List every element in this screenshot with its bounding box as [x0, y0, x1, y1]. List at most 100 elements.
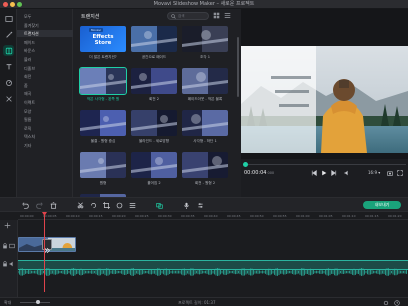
redo-icon[interactable] — [35, 201, 43, 209]
ruler-tick-label: 00:00:40 — [204, 214, 218, 218]
category-item[interactable]: 이펙트 — [17, 99, 73, 106]
title-bar: Movavi Slideshow Maker – 새로운 프로젝트 — [0, 0, 408, 9]
crop-icon[interactable] — [102, 201, 110, 209]
speaker-icon[interactable] — [9, 261, 15, 267]
more-tools-icon[interactable] — [3, 93, 14, 104]
status-bar: 확대 프로젝트 길이: 01:37 — [0, 297, 408, 306]
ruler-tick-label: 00:00:15 — [89, 214, 103, 218]
transition-thumbnail[interactable] — [182, 152, 228, 178]
category-item[interactable]: 블러 — [17, 56, 73, 63]
zoom-slider-handle[interactable] — [36, 300, 40, 304]
ruler-tick-label: 00:00:20 — [112, 214, 126, 218]
ruler-tick-label: 00:00:45 — [227, 214, 241, 218]
category-item[interactable]: 회전 — [17, 73, 73, 80]
playhead[interactable] — [44, 212, 45, 292]
ruler-tick-label: 00:01:00 — [296, 214, 310, 218]
category-item[interactable]: 줌 — [17, 82, 73, 89]
audio-settings-icon[interactable] — [196, 201, 204, 209]
transition-label: 원형 — [99, 181, 107, 185]
category-item[interactable]: 왜곡 — [17, 90, 73, 97]
ruler-tick-label: 00:00:50 — [250, 214, 264, 218]
lock-icon[interactable] — [2, 243, 8, 249]
transition-preview-image — [131, 152, 177, 178]
category-item[interactable]: 모양 — [17, 108, 73, 115]
transition-wizard-icon[interactable] — [155, 201, 163, 209]
fullscreen-icon[interactable] — [397, 170, 403, 176]
transition-preview-image — [182, 26, 228, 52]
transition-thumbnail[interactable] — [80, 110, 126, 136]
aspect-ratio-select[interactable]: 16:9 ▾ — [368, 170, 380, 175]
category-item[interactable]: 즐겨찾기 — [17, 22, 73, 29]
zoom-slider[interactable] — [20, 302, 50, 303]
transition-thumbnail[interactable]: Movavi Effects Store — [80, 26, 126, 52]
category-item[interactable]: 로직 — [17, 125, 73, 132]
transition-thumbnail[interactable] — [182, 68, 228, 94]
preview-time-ms: 000 — [267, 171, 275, 175]
export-button[interactable]: 내보내기 — [363, 201, 401, 209]
audio-clip[interactable] — [17, 260, 408, 276]
ruler-tick-label: 00:01:20 — [388, 214, 402, 218]
help-icon[interactable] — [394, 300, 400, 306]
transition-preview-image — [131, 26, 177, 52]
transition-label: 조각 1 — [199, 55, 211, 59]
grid-view-icon[interactable] — [213, 12, 220, 19]
transition-label: 회전 2 — [148, 97, 160, 101]
transition-label: 작은 사각형 - 왼쪽 원 — [86, 97, 120, 101]
transition-thumbnail[interactable] — [79, 67, 127, 95]
transition-label: 공간으로 페이드 — [141, 55, 167, 59]
category-item[interactable]: 텍스처 — [17, 133, 73, 140]
play-icon[interactable] — [321, 170, 327, 176]
transitions-icon[interactable] — [3, 45, 14, 56]
ruler-tick-label: 00:00:00 — [20, 214, 34, 218]
transition-thumbnail[interactable] — [80, 152, 126, 178]
transition-preview-image — [182, 68, 228, 94]
category-item[interactable]: 페이드 — [17, 39, 73, 46]
undo-icon[interactable] — [21, 201, 29, 209]
category-item[interactable]: 디졸브 — [17, 65, 73, 72]
microphone-icon[interactable] — [182, 201, 190, 209]
preview-panel: 00:00:04000 16:9 ▾ — [241, 9, 408, 199]
preview-progress-handle[interactable] — [243, 162, 248, 167]
add-track-icon[interactable] — [4, 222, 11, 229]
cut-icon[interactable] — [76, 201, 84, 209]
transition-thumbnail[interactable] — [182, 110, 228, 136]
category-item[interactable]: 모두 — [17, 13, 73, 20]
preview-progress-track[interactable] — [243, 164, 406, 165]
search-placeholder: 검색 — [178, 14, 185, 18]
search-input[interactable]: 검색 — [167, 12, 209, 20]
transition-thumbnail[interactable] — [131, 152, 177, 178]
video-track-icon[interactable] — [9, 243, 15, 249]
category-item[interactable]: 기타 — [17, 142, 73, 149]
filters-icon[interactable] — [3, 77, 14, 88]
preview-time: 00:00:04 — [244, 170, 267, 176]
settings-icon[interactable] — [383, 300, 389, 306]
audio-lock-icon[interactable] — [2, 261, 8, 267]
category-item[interactable]: 필름 — [17, 116, 73, 123]
magic-wand-icon[interactable] — [3, 29, 14, 40]
next-frame-icon[interactable] — [331, 170, 337, 176]
rotate-icon[interactable] — [89, 201, 97, 209]
import-icon[interactable] — [3, 13, 14, 24]
previous-frame-icon[interactable] — [311, 170, 317, 176]
volume-icon[interactable] — [344, 170, 350, 176]
category-item[interactable]: 트랜지션 — [17, 30, 73, 38]
transition-preview-image — [182, 110, 228, 136]
tool-sidebar — [0, 9, 17, 197]
titles-icon[interactable] — [3, 61, 14, 72]
transition-preview-image — [182, 152, 228, 178]
ruler-tick-label: 00:01:15 — [365, 214, 379, 218]
transition-thumbnail[interactable] — [182, 26, 228, 52]
snapshot-icon[interactable] — [387, 170, 393, 176]
clip-properties-icon[interactable] — [128, 201, 136, 209]
list-view-icon[interactable] — [224, 12, 231, 19]
category-item[interactable]: 바운스 — [17, 47, 73, 54]
delete-icon[interactable] — [49, 201, 57, 209]
transition-thumbnail[interactable] — [131, 110, 177, 136]
color-adjust-icon[interactable] — [115, 201, 123, 209]
timeline-ruler[interactable]: 00:00:00 00:00:05 00:00:10 00:00:15 00:00:20… — [18, 212, 408, 220]
app-window: Movavi Slideshow Maker – 새로운 프로젝트 모두즐겨찾기… — [0, 0, 408, 306]
promo-tag: Movavi — [89, 28, 103, 32]
transition-thumbnail[interactable] — [131, 68, 177, 94]
gallery-scrollbar[interactable] — [237, 37, 239, 97]
transition-thumbnail[interactable] — [131, 26, 177, 52]
